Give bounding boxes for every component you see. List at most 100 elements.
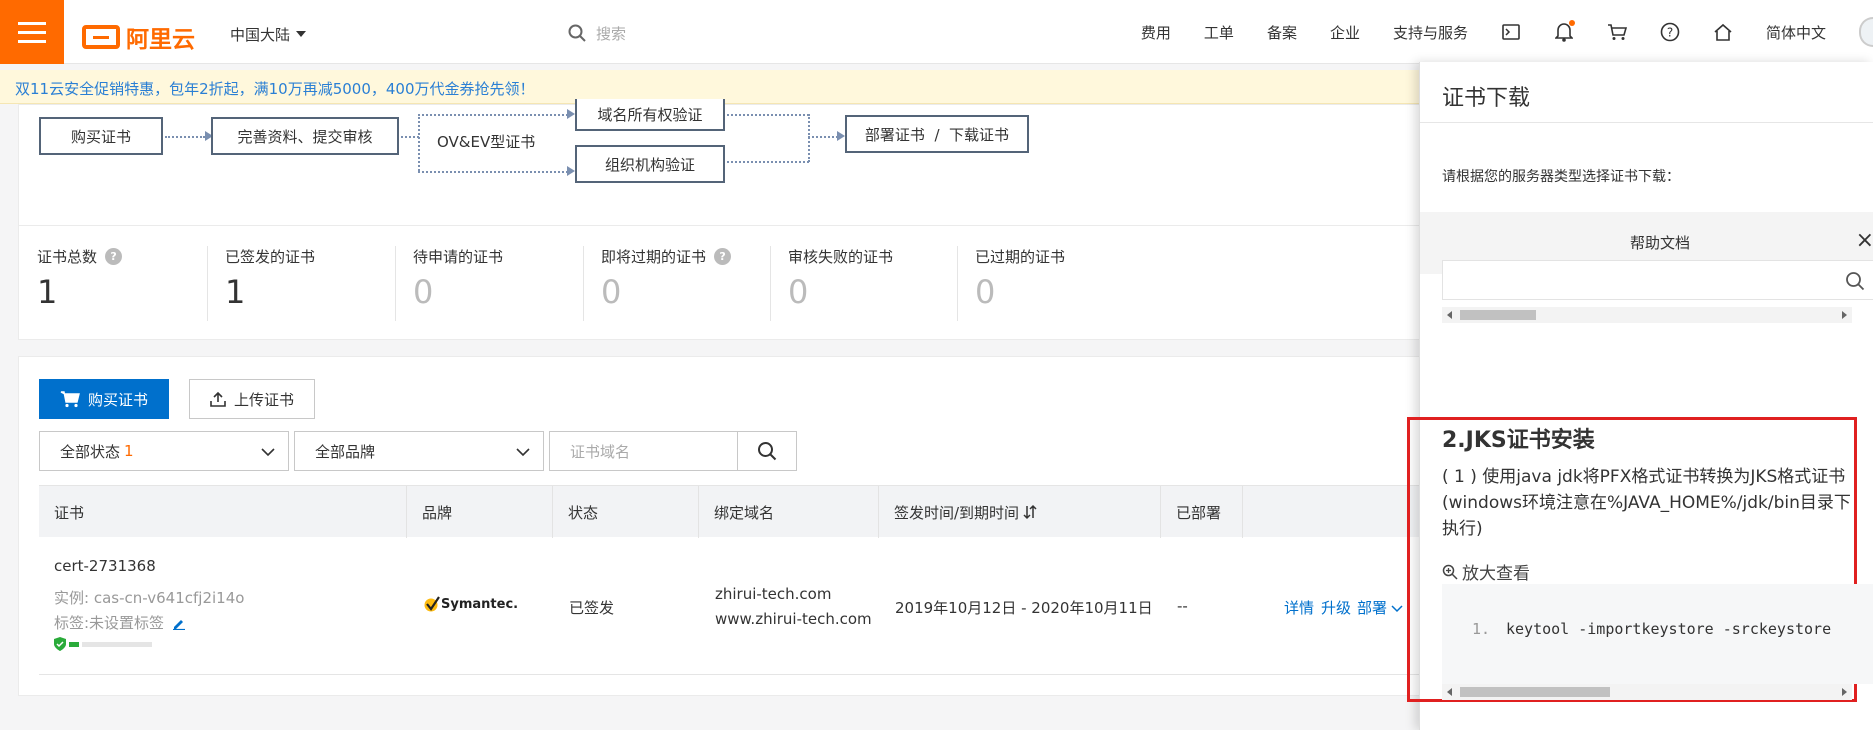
nav-billing[interactable]: 费用 — [1141, 22, 1171, 43]
flow-branch-line — [418, 114, 420, 171]
close-icon[interactable]: × — [1856, 228, 1873, 253]
hamburger-menu-button[interactable] — [0, 0, 64, 64]
zoom-label: 放大查看 — [1462, 564, 1530, 584]
stat-issued[interactable]: 已签发的证书 1 — [207, 246, 395, 321]
caret-down-icon — [296, 31, 307, 37]
search-icon — [568, 24, 586, 42]
help-docs-title: 帮助文档 — [1630, 234, 1691, 252]
stat-label: 待申请的证书 — [413, 248, 504, 266]
stat-value: 0 — [975, 273, 996, 311]
search-icon — [1846, 272, 1865, 291]
scroll-left-arrow-icon[interactable] — [1447, 688, 1452, 696]
jks-section-heading: 2.JKS证书安装 — [1442, 428, 1595, 453]
notification-bell-icon[interactable] — [1554, 20, 1575, 42]
global-search[interactable]: 搜索 — [568, 20, 868, 46]
notification-dot — [1568, 20, 1575, 26]
help-search-input[interactable] — [1442, 260, 1873, 300]
details-link[interactable]: 详情 — [1284, 597, 1314, 618]
scroll-right-arrow-icon[interactable] — [1842, 688, 1847, 696]
drawer-description: 请根据您的服务器类型选择证书下载： — [1442, 169, 1680, 185]
user-avatar[interactable] — [1859, 17, 1873, 47]
deploy-label: 部署 — [1357, 599, 1388, 617]
question-mark-icon[interactable]: ? — [105, 248, 123, 265]
flow-connector — [727, 114, 809, 116]
certificate-name: cert-2731368 — [54, 557, 156, 575]
shield-check-icon — [54, 637, 66, 651]
stat-total[interactable]: 证书总数? 1 — [19, 246, 209, 321]
deploy-dropdown[interactable]: 部署 — [1357, 597, 1403, 618]
upload-icon — [210, 391, 226, 407]
cart-icon — [60, 391, 80, 408]
menu-icon — [18, 30, 46, 34]
checkmark-seal-icon — [424, 596, 440, 612]
nav-icp[interactable]: 备案 — [1267, 22, 1297, 43]
zoom-view-link[interactable]: 放大查看 — [1442, 559, 1530, 584]
scrollbar-thumb[interactable] — [1460, 687, 1610, 697]
flow-step-domain-verify: 域名所有权验证 — [575, 99, 725, 131]
status-filter-select[interactable]: 全部状态 1 — [39, 431, 289, 471]
svg-text:?: ? — [1667, 26, 1673, 40]
edit-icon[interactable] — [172, 616, 186, 630]
brand-name: 阿里云 — [126, 27, 195, 53]
arrow-right-icon — [567, 109, 575, 119]
divider — [583, 246, 584, 321]
help-icon[interactable]: ? — [1660, 22, 1680, 42]
dates-header-label: 签发时间/到期时间 — [894, 503, 1020, 522]
stat-failed[interactable]: 审核失败的证书 0 — [770, 246, 958, 321]
brand-filter-label: 全部品牌 — [315, 442, 376, 461]
flow-connector — [418, 171, 568, 173]
cart-icon[interactable] — [1607, 22, 1627, 42]
stat-label: 已过期的证书 — [975, 248, 1066, 266]
scrollbar-thumb[interactable] — [1460, 310, 1536, 320]
upload-certificate-button[interactable]: 上传证书 — [189, 379, 315, 419]
flow-merge-line — [808, 114, 810, 162]
deployed-value: -- — [1177, 597, 1188, 615]
horizontal-scrollbar[interactable] — [1442, 307, 1852, 323]
flow-connector — [165, 136, 205, 138]
promo-link[interactable]: 双11云安全促销特惠，包年2折起，满10万再减5000，400万代金券抢先领！ — [15, 78, 535, 99]
column-header-dates[interactable]: 签发时间/到期时间 — [879, 486, 1161, 538]
stat-expired[interactable]: 已过期的证书 0 — [957, 246, 1145, 321]
buy-certificate-button[interactable]: 购买证书 — [39, 379, 169, 419]
stat-expiring[interactable]: 即将过期的证书? 0 — [583, 246, 771, 321]
column-header-domain: 绑定域名 — [699, 486, 879, 538]
flow-connector — [808, 136, 838, 138]
divider — [395, 246, 396, 321]
flow-step-org-verify: 组织机构验证 — [575, 145, 725, 183]
brand-filter-select[interactable]: 全部品牌 — [294, 431, 544, 471]
upgrade-link[interactable]: 升级 — [1321, 597, 1351, 618]
certificate-download-drawer: 证书下载 请根据您的服务器类型选择证书下载： 帮助文档 × 2.JKS证书安装 … — [1407, 62, 1873, 730]
divider — [957, 246, 958, 321]
stat-value: 0 — [413, 273, 434, 311]
symantec-logo: Symantec. — [423, 595, 518, 613]
level-bar-empty — [82, 641, 152, 647]
nav-ticket[interactable]: 工单 — [1204, 22, 1234, 43]
table-header: 证书 品牌 状态 绑定域名 签发时间/到期时间 已部署 — [39, 485, 1439, 538]
divider — [770, 246, 771, 321]
domain-search-input[interactable]: 证书域名 — [549, 431, 737, 471]
stat-pending[interactable]: 待申请的证书 0 — [395, 246, 583, 321]
stat-label: 证书总数 — [37, 248, 98, 266]
home-icon[interactable] — [1713, 22, 1733, 42]
column-header-certificate: 证书 — [39, 486, 407, 538]
nav-enterprise[interactable]: 企业 — [1330, 22, 1360, 43]
certificate-tag: 标签:未设置标签 — [54, 612, 186, 633]
scroll-right-arrow-icon[interactable] — [1842, 311, 1847, 319]
chevron-down-icon — [1391, 604, 1403, 612]
code-horizontal-scrollbar[interactable] — [1442, 684, 1852, 700]
code-block: 1. keytool -importkeystore -srckeystore — [1442, 584, 1873, 684]
scroll-left-arrow-icon[interactable] — [1447, 311, 1452, 319]
aliyun-logo[interactable]: 阿里云 — [82, 20, 195, 54]
jks-instruction: ( 1 ) 使用java jdk将PFX格式证书转换为JKS格式证书(windo… — [1442, 467, 1851, 539]
console-icon[interactable] — [1501, 22, 1521, 42]
domain-search-button[interactable] — [737, 431, 797, 471]
flow-step-deploy-download: 部署证书 / 下载证书 — [845, 115, 1029, 153]
sort-icon[interactable] — [1023, 504, 1037, 520]
question-mark-icon[interactable]: ? — [714, 248, 732, 265]
region-selector[interactable]: 中国大陆 — [230, 24, 307, 45]
flow-connector — [401, 136, 419, 138]
flow-branch-label: OV&EV型证书 — [431, 131, 542, 152]
nav-support[interactable]: 支持与服务 — [1393, 22, 1468, 43]
language-switch[interactable]: 简体中文 — [1766, 22, 1826, 43]
search-placeholder: 搜索 — [596, 24, 627, 43]
